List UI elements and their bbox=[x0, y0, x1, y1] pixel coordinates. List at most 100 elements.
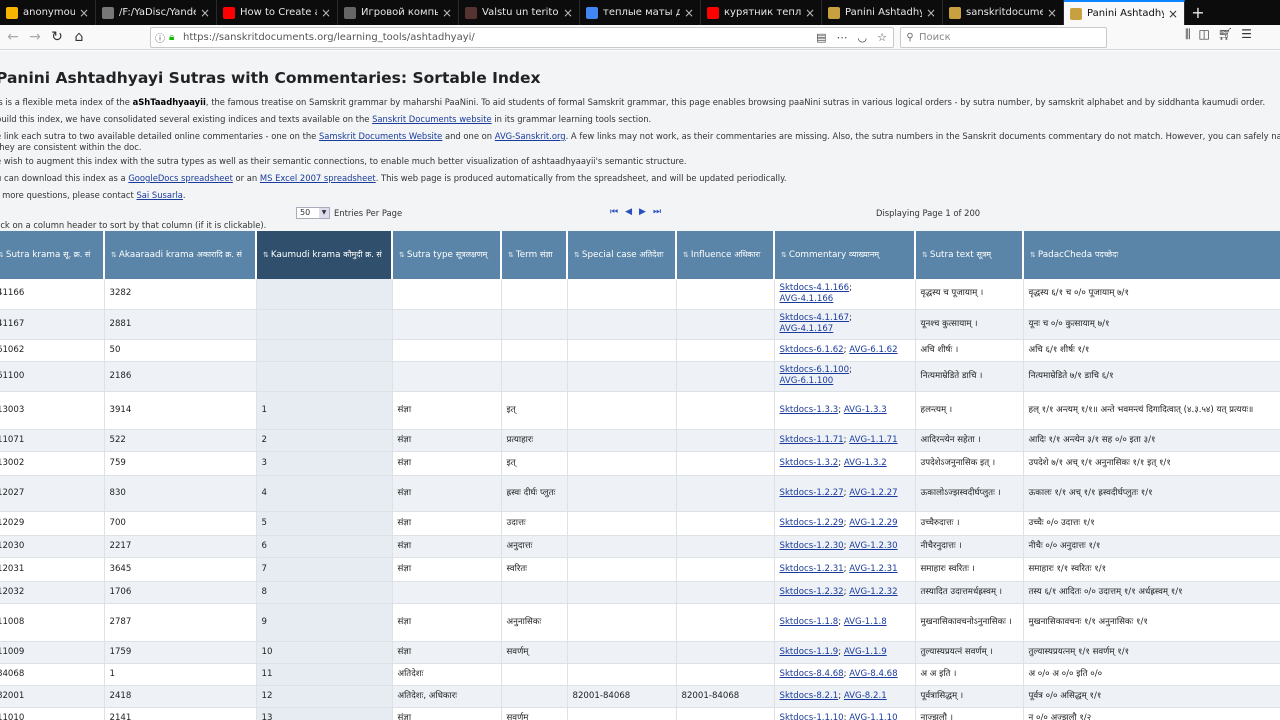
address-bar[interactable]: ⓘ 🔒︎ https://sanskritdocuments.org/learn… bbox=[150, 27, 894, 48]
column-header[interactable]: ⇅ Kaumudi krama कौमुदी क्र. सं bbox=[256, 231, 393, 279]
avg-link[interactable]: AVG-4.1.167 bbox=[780, 324, 834, 334]
samskrit-documents-link[interactable]: Samskrit Documents Website bbox=[319, 131, 442, 141]
next-page-icon[interactable]: ▶ bbox=[639, 207, 646, 217]
avg-link[interactable]: AVG-1.3.2 bbox=[844, 458, 887, 468]
sktdocs-link[interactable]: Sktdocs-1.2.30 bbox=[780, 541, 844, 551]
avg-link[interactable]: AVG-8.4.68 bbox=[849, 669, 897, 679]
intro-paragraph: is is a flexible meta index of the aShTa… bbox=[0, 97, 1265, 108]
column-header[interactable]: ⇅ Special case अतिदेशः bbox=[567, 231, 677, 279]
sktdocs-link[interactable]: Sktdocs-1.2.29 bbox=[780, 518, 844, 528]
column-header[interactable]: ⇅ Sutra type सूत्रलक्षणम् bbox=[392, 231, 502, 279]
entries-per-page-select[interactable]: 50 ▼ bbox=[296, 207, 330, 219]
cell-commentary: Sktdocs-6.1.62; AVG-6.1.62 bbox=[774, 339, 916, 362]
home-icon[interactable]: ⌂ bbox=[68, 26, 90, 48]
avg-link[interactable]: AVG-8.2.1 bbox=[844, 691, 887, 701]
column-header[interactable]: ⇅ Akaaraadi krama अकारादि क्र. सं bbox=[104, 231, 257, 279]
column-header[interactable]: ⇅ Influence अधिकारः bbox=[676, 231, 775, 279]
sanskrit-documents-link[interactable]: Sanskrit Documents website bbox=[372, 114, 492, 124]
avg-link[interactable]: AVG-1.2.29 bbox=[849, 518, 897, 528]
sktdocs-link[interactable]: Sktdocs-1.1.8 bbox=[780, 617, 839, 627]
sktdocs-link[interactable]: Sktdocs-4.1.167 bbox=[780, 313, 850, 323]
browser-tab[interactable]: Panini Ashtadhyayi S × bbox=[822, 0, 943, 25]
reader-view-icon[interactable]: ▤ bbox=[816, 31, 826, 44]
avg-link[interactable]: AVG-4.1.166 bbox=[780, 294, 834, 304]
back-arrow-icon[interactable]: ← bbox=[2, 26, 24, 48]
library-icon[interactable]: ⫼ bbox=[1185, 27, 1191, 42]
googledocs-link[interactable]: GoogleDocs spreadsheet bbox=[128, 173, 233, 183]
search-box[interactable]: ⚲ Поиск bbox=[900, 27, 1107, 48]
page-icon bbox=[828, 6, 840, 19]
cell-c2: 1 bbox=[104, 663, 257, 686]
avg-link[interactable]: AVG-6.1.100 bbox=[780, 376, 834, 386]
sktdocs-link[interactable]: Sktdocs-4.1.166 bbox=[780, 283, 850, 293]
new-tab-icon[interactable]: + bbox=[1185, 0, 1211, 25]
avg-link[interactable]: AVG-6.1.62 bbox=[849, 345, 897, 355]
avg-link[interactable]: AVG-1.3.3 bbox=[844, 405, 887, 415]
browser-tab[interactable]: How to Create a Click × bbox=[217, 0, 338, 25]
sktdocs-link[interactable]: Sktdocs-1.2.31 bbox=[780, 564, 844, 574]
cart-icon[interactable]: 🛒︎ bbox=[1218, 27, 1233, 42]
column-header[interactable]: ⇅ PadacCheda पदच्छेदः bbox=[1023, 231, 1280, 279]
sktdocs-link[interactable]: Sktdocs-1.3.3 bbox=[780, 405, 839, 415]
page-actions-icon[interactable]: ⋯ bbox=[837, 31, 848, 44]
sktdocs-link[interactable]: Sktdocs-1.2.27 bbox=[780, 488, 844, 498]
avg-link[interactable]: AVG-1.2.31 bbox=[849, 564, 897, 574]
forward-arrow-icon[interactable]: → bbox=[24, 26, 46, 48]
bookmark-star-icon[interactable]: ☆ bbox=[877, 31, 887, 44]
sort-arrows-icon: ⇅ bbox=[574, 251, 580, 259]
browser-tab[interactable]: /F:/YaDisc/YandexDisk/F × bbox=[96, 0, 217, 25]
avg-sanskrit-link[interactable]: AVG-Sanskrit.org bbox=[495, 131, 566, 141]
close-icon[interactable]: × bbox=[926, 7, 936, 19]
sktdocs-link[interactable]: Sktdocs-1.1.10 bbox=[780, 713, 844, 720]
browser-tab[interactable]: курятник теплый по × bbox=[701, 0, 822, 25]
column-header[interactable]: ⇅ Commentary व्याख्यानम् bbox=[774, 231, 916, 279]
sktdocs-link[interactable]: Sktdocs-1.3.2 bbox=[780, 458, 839, 468]
sktdocs-link[interactable]: Sktdocs-1.2.32 bbox=[780, 587, 844, 597]
close-icon[interactable]: × bbox=[79, 7, 89, 19]
close-icon[interactable]: × bbox=[805, 7, 815, 19]
sidebar-icon[interactable]: ◫ bbox=[1199, 27, 1210, 42]
close-icon[interactable]: × bbox=[200, 7, 210, 19]
avg-link[interactable]: AVG-1.2.27 bbox=[849, 488, 897, 498]
column-header[interactable]: ⇅ Term संज्ञा bbox=[501, 231, 568, 279]
close-icon[interactable]: × bbox=[684, 7, 694, 19]
browser-tab[interactable]: anonymous) | Sketch × bbox=[0, 0, 96, 25]
close-icon[interactable]: × bbox=[1047, 7, 1057, 19]
column-header[interactable]: ⇅ Sutra krama सू. क्र. सं bbox=[0, 231, 105, 279]
sktdocs-link[interactable]: Sktdocs-1.1.9 bbox=[780, 647, 839, 657]
close-icon[interactable]: × bbox=[563, 7, 573, 19]
prev-page-icon[interactable]: ◀ bbox=[625, 207, 632, 217]
column-header[interactable]: ⇅ Sutra text सूत्रम् bbox=[915, 231, 1024, 279]
excel-link[interactable]: MS Excel 2007 spreadsheet bbox=[260, 173, 376, 183]
reload-icon[interactable]: ↻ bbox=[46, 26, 68, 48]
close-icon[interactable]: × bbox=[1168, 8, 1178, 20]
browser-tab[interactable]: Игровой компьютер × bbox=[338, 0, 459, 25]
browser-tab[interactable]: Valstu un teritoriju sa × bbox=[459, 0, 580, 25]
sktdocs-link[interactable]: Sktdocs-6.1.100 bbox=[780, 365, 850, 375]
first-page-icon[interactable]: ⏮ bbox=[610, 207, 618, 217]
sktdocs-link[interactable]: Sktdocs-6.1.62 bbox=[780, 345, 844, 355]
sktdocs-link[interactable]: Sktdocs-8.4.68 bbox=[780, 669, 844, 679]
avg-link[interactable]: AVG-1.1.8 bbox=[844, 617, 887, 627]
avg-link[interactable]: AVG-1.1.10 bbox=[849, 713, 897, 720]
sktdocs-link[interactable]: Sktdocs-1.1.71 bbox=[780, 435, 844, 445]
sktdocs-link[interactable]: Sktdocs-8.2.1 bbox=[780, 691, 839, 701]
avg-link[interactable]: AVG-1.1.71 bbox=[849, 435, 897, 445]
browser-tab[interactable]: sanskritdocuments.o × bbox=[943, 0, 1064, 25]
cell-c3: 1 bbox=[256, 391, 393, 430]
close-icon[interactable]: × bbox=[321, 7, 331, 19]
pocket-icon[interactable]: ◡ bbox=[858, 31, 868, 44]
avg-link[interactable]: AVG-1.1.9 bbox=[844, 647, 887, 657]
cell-c3: 6 bbox=[256, 535, 393, 558]
browser-tab[interactable]: Panini Ashtadhyayi S × bbox=[1064, 0, 1185, 25]
avg-link[interactable]: AVG-1.2.32 bbox=[849, 587, 897, 597]
avg-link[interactable]: AVG-1.2.30 bbox=[849, 541, 897, 551]
last-page-icon[interactable]: ⏭ bbox=[653, 207, 661, 217]
chevron-down-icon[interactable]: ▼ bbox=[319, 208, 329, 218]
close-icon[interactable]: × bbox=[442, 7, 452, 19]
browser-tab[interactable]: теплые маты для ку × bbox=[580, 0, 701, 25]
url-text[interactable]: https://sanskritdocuments.org/learning_t… bbox=[183, 32, 816, 43]
info-icon[interactable]: ⓘ bbox=[151, 30, 169, 45]
menu-icon[interactable]: ☰ bbox=[1241, 27, 1252, 42]
contact-link[interactable]: Sai Susarla bbox=[136, 190, 182, 200]
